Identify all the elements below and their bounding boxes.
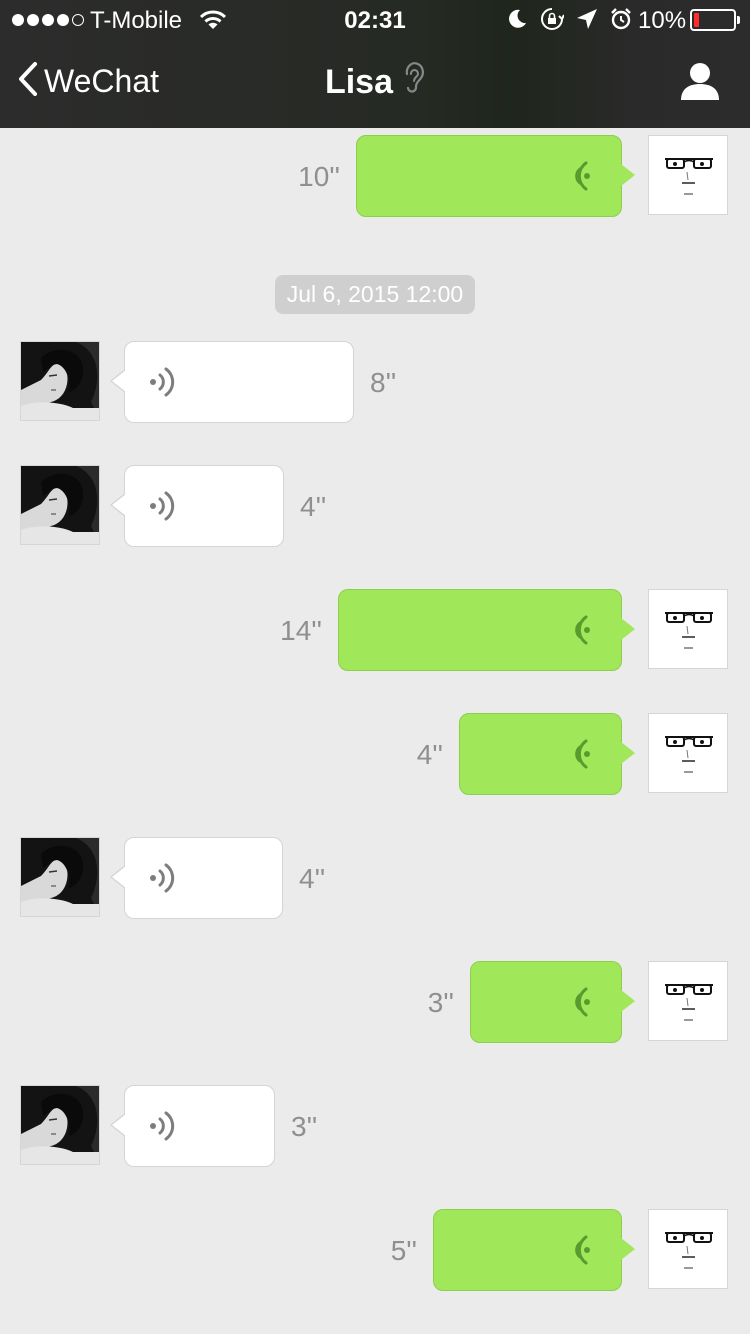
my-avatar[interactable]: [648, 589, 728, 669]
message-row-incoming: 4'': [0, 837, 750, 919]
timestamp-label: Jul 6, 2015 12:00: [274, 275, 476, 314]
contact-name: Lisa: [324, 63, 394, 101]
top-bar: T-Mobile 02:31 10% WeChat Lisa: [0, 0, 750, 128]
moon-icon: [506, 8, 528, 37]
chat-area[interactable]: Jul 6, 2015 12:00 10'' 8'' 4'' 14'' 4'' 4'' 3''…: [0, 128, 750, 1334]
voice-message-bubble[interactable]: [110, 465, 284, 547]
message-row-outgoing: 10'': [0, 135, 750, 217]
chat-title: Lisa: [0, 62, 750, 103]
message-row-incoming: 4'': [0, 465, 750, 547]
my-avatar[interactable]: [648, 961, 728, 1041]
voice-duration: 10'': [298, 161, 340, 192]
voice-duration: 4'': [300, 491, 327, 522]
battery-icon: [690, 9, 740, 31]
voice-wave-icon: [563, 984, 593, 1025]
voice-message-bubble[interactable]: [433, 1209, 635, 1291]
voice-duration: 4'': [299, 863, 326, 894]
voice-wave-icon: [563, 158, 593, 199]
alarm-icon: [610, 8, 632, 37]
navigation-bar: WeChat Lisa: [0, 42, 750, 128]
rotation-lock-icon: [540, 7, 565, 38]
voice-message-bubble[interactable]: [110, 341, 354, 423]
voice-duration: 5'': [390, 1235, 417, 1266]
voice-duration: 3'': [427, 987, 454, 1018]
message-row-outgoing: 14'': [0, 589, 750, 671]
contact-avatar[interactable]: [20, 465, 100, 545]
my-avatar[interactable]: [648, 713, 728, 793]
voice-message-bubble[interactable]: [356, 135, 635, 217]
voice-message-bubble[interactable]: [110, 1085, 275, 1167]
status-bar: T-Mobile 02:31 10%: [0, 0, 750, 42]
voice-wave-icon: [147, 364, 177, 405]
location-arrow-icon: [576, 8, 598, 37]
voice-wave-icon: [563, 612, 593, 653]
message-row-outgoing: 4'': [0, 713, 750, 795]
message-row-outgoing: 5'': [0, 1209, 750, 1291]
contact-avatar[interactable]: [20, 1085, 100, 1165]
message-row-incoming: 3'': [0, 1085, 750, 1167]
voice-wave-icon: [147, 488, 177, 529]
voice-message-bubble[interactable]: [338, 589, 635, 671]
voice-wave-icon: [147, 1108, 177, 1149]
contact-avatar[interactable]: [20, 341, 100, 421]
voice-duration: 3'': [291, 1111, 318, 1142]
voice-message-bubble[interactable]: [459, 713, 635, 795]
timestamp-divider: Jul 6, 2015 12:00: [0, 275, 750, 314]
message-row-outgoing: 3'': [0, 961, 750, 1043]
voice-wave-icon: [563, 736, 593, 777]
voice-message-bubble[interactable]: [470, 961, 635, 1043]
profile-icon: [678, 63, 722, 106]
my-avatar[interactable]: [648, 1209, 728, 1289]
voice-wave-icon: [563, 1232, 593, 1273]
voice-duration: 4'': [416, 739, 443, 770]
contact-avatar[interactable]: [20, 837, 100, 917]
voice-wave-icon: [147, 860, 177, 901]
ear-icon: [403, 62, 425, 103]
profile-button[interactable]: [678, 62, 722, 107]
battery-percent: 10%: [638, 7, 687, 34]
voice-message-bubble[interactable]: [110, 837, 283, 919]
my-avatar[interactable]: [648, 135, 728, 215]
message-row-incoming: 8'': [0, 341, 750, 423]
voice-duration: 14'': [280, 615, 322, 646]
voice-duration: 8'': [370, 367, 397, 398]
